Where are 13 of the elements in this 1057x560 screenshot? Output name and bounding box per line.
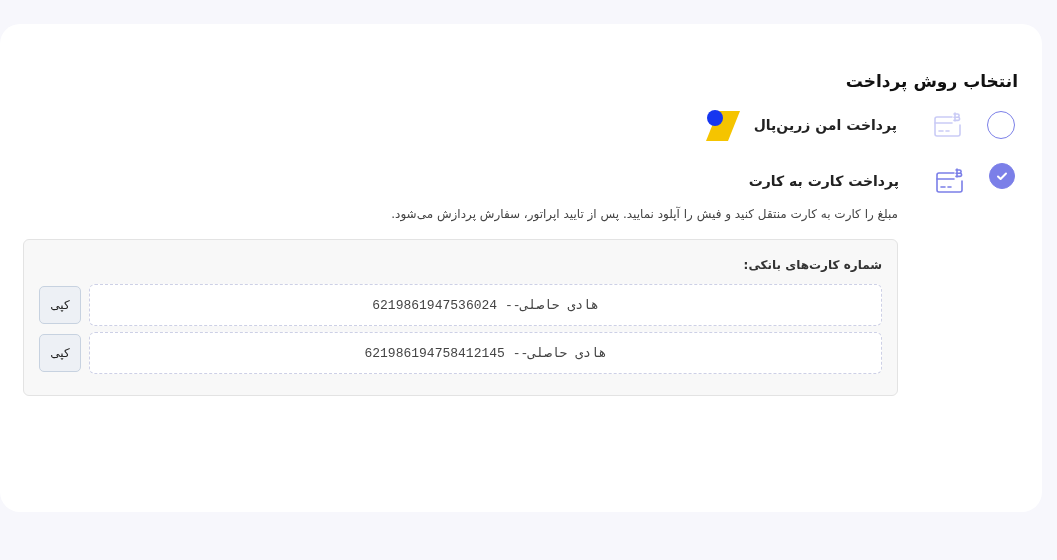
radio-button[interactable] (989, 163, 1015, 189)
logo-icon (705, 109, 740, 141)
card-number-field: هادی حاصلی-- 621986194758412145 (89, 332, 882, 374)
method-label[interactable]: پرداخت کارت به کارت (748, 173, 899, 189)
section-title: انتخاب روش پرداخت (844, 71, 1018, 91)
copy-button[interactable]: کپی (39, 334, 81, 372)
card-icon (935, 167, 965, 195)
copy-button[interactable]: کپی (39, 286, 81, 324)
card-icon (933, 111, 963, 139)
instruction-text: مبلغ را کارت به کارت منتقل کنید و فیش را آپلود نمایید. پس از تایید اپراتور، سفارش پردازش می‌شود. (390, 207, 898, 221)
panel-heading: شماره کارت‌های بانکی: (742, 258, 882, 272)
card-number-field: هادی حاصلی-- 6219861947536024 (89, 284, 882, 326)
method-label[interactable]: پرداخت امن زرین‌پال (753, 117, 897, 133)
